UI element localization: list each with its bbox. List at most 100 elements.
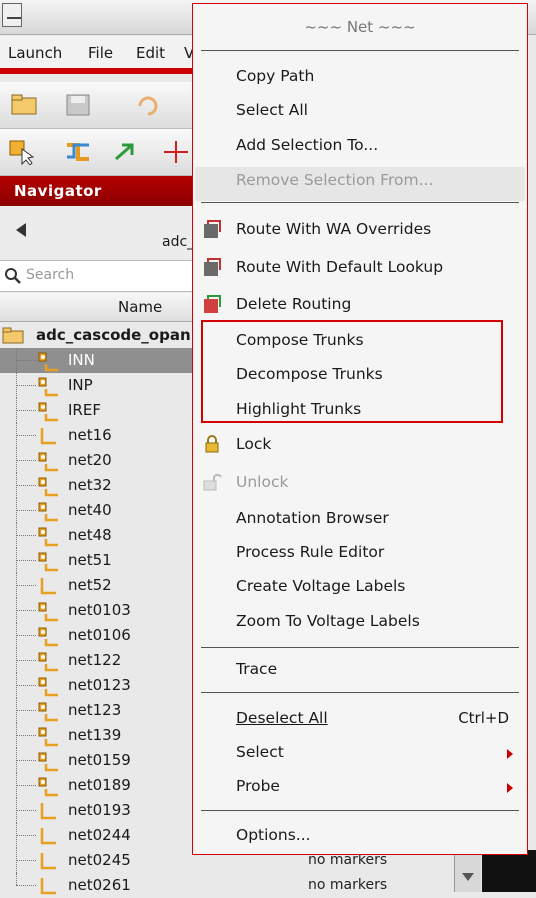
save-icon[interactable] (64, 92, 92, 118)
pin-net-icon (38, 602, 58, 622)
net-name: net40 (68, 501, 112, 519)
net-name: net0159 (68, 751, 131, 769)
crosshair-icon[interactable] (162, 139, 190, 165)
menu-item-route-default-lookup[interactable]: Route With Default Lookup (236, 258, 443, 276)
pin-net-icon (38, 777, 58, 797)
tree-row[interactable]: net0123 (0, 673, 200, 698)
route-tool-icon[interactable] (64, 139, 92, 165)
tree-guide-line (16, 685, 36, 686)
column-header[interactable]: Name (0, 293, 200, 322)
tree-row[interactable]: net0106 (0, 623, 200, 648)
pin-net-icon (38, 377, 58, 397)
menu-item-copy-path[interactable]: Copy Path (236, 67, 314, 85)
separator (201, 810, 519, 811)
tree-row[interactable]: INN (0, 348, 200, 373)
tree-row[interactable]: net51 (0, 548, 200, 573)
menu-item-deselect-all[interactable]: Deselect All (236, 709, 328, 727)
tree-row[interactable]: net0245 (0, 848, 200, 873)
tree-row[interactable]: net52 (0, 573, 200, 598)
tree-row[interactable]: net20 (0, 448, 200, 473)
tree-row[interactable]: net0159 (0, 748, 200, 773)
tree-row[interactable]: net139 (0, 723, 200, 748)
net-name: net20 (68, 451, 112, 469)
tree-guide-line (16, 635, 36, 636)
tree-row[interactable]: net16 (0, 423, 200, 448)
separator (201, 202, 519, 203)
menu-item-lock[interactable]: Lock (236, 435, 271, 453)
tree-row[interactable]: net122 (0, 648, 200, 673)
pin-net-icon (38, 702, 58, 722)
pin-net-icon (38, 477, 58, 497)
menu-item-annotation-browser[interactable]: Annotation Browser (236, 509, 389, 527)
menu-item-unlock: Unlock (236, 473, 289, 491)
net-name: net16 (68, 426, 112, 444)
separator (201, 50, 519, 51)
menu-file[interactable]: File (88, 44, 113, 62)
net-name: IREF (68, 401, 101, 419)
move-tool-icon[interactable] (110, 139, 138, 165)
window-menu-button[interactable] (2, 3, 22, 27)
scrollbar[interactable] (454, 850, 481, 892)
tree-row[interactable]: net48 (0, 523, 200, 548)
undo-icon[interactable] (134, 92, 162, 118)
tree-guide-line (16, 385, 36, 386)
menu-item-select-all[interactable]: Select All (236, 101, 308, 119)
search-row[interactable]: Search (0, 260, 200, 292)
tree-guide-line (16, 485, 36, 486)
net-name: net51 (68, 551, 112, 569)
menu-item-highlight-trunks[interactable]: Highlight Trunks (236, 400, 361, 418)
menu-header: ~~~ Net ~~~ (304, 18, 416, 36)
pin-net-icon (38, 452, 58, 472)
menu-item-zoom-voltage-labels[interactable]: Zoom To Voltage Labels (236, 612, 420, 630)
tree-row[interactable]: net0193 (0, 798, 200, 823)
net-name: INN (68, 351, 95, 369)
tree-row[interactable]: net32 (0, 473, 200, 498)
menu-item-select[interactable]: Select (236, 743, 284, 761)
net-name: net122 (68, 651, 122, 669)
folder-open-icon (2, 327, 24, 344)
open-folder-icon[interactable] (10, 92, 38, 118)
tree-row[interactable]: net0261 (0, 873, 200, 898)
tree-guide-line (16, 610, 36, 611)
pin-net-icon (38, 627, 58, 647)
menu-item-trace[interactable]: Trace (236, 660, 277, 678)
net-name: net0245 (68, 851, 131, 869)
net-name: net0123 (68, 676, 131, 694)
separator (201, 647, 519, 648)
menu-launch[interactable]: Launch (8, 44, 62, 62)
unlock-icon (203, 473, 222, 491)
search-icon (5, 268, 21, 284)
tree-row[interactable]: net0189 (0, 773, 200, 798)
tree-row[interactable]: net123 (0, 698, 200, 723)
select-pointer-icon[interactable] (8, 139, 36, 165)
wire-net-icon (40, 878, 56, 895)
menu-edit[interactable]: Edit (136, 44, 165, 62)
tree-root[interactable]: adc_cascode_opan (0, 323, 200, 348)
menu-item-compose-trunks[interactable]: Compose Trunks (236, 331, 364, 349)
menu-item-probe[interactable]: Probe (236, 777, 280, 795)
tree-guide-line (16, 660, 36, 661)
tree-guide-line (16, 810, 36, 811)
tree-row[interactable]: INP (0, 373, 200, 398)
tree-row[interactable]: net40 (0, 498, 200, 523)
tree-row[interactable]: net0244 (0, 823, 200, 848)
tree-guide-line (16, 735, 36, 736)
menu-item-process-rule-editor[interactable]: Process Rule Editor (236, 543, 384, 561)
menu-item-create-voltage-labels[interactable]: Create Voltage Labels (236, 577, 405, 595)
tree-guide-line (16, 360, 36, 361)
pin-net-icon (38, 652, 58, 672)
column-name: Name (118, 298, 163, 316)
menu-item-add-selection-to[interactable]: Add Selection To... (236, 136, 378, 154)
menu-item-delete-routing[interactable]: Delete Routing (236, 295, 351, 313)
menu-item-route-wa-overrides[interactable]: Route With WA Overrides (236, 220, 431, 238)
menu-item-decompose-trunks[interactable]: Decompose Trunks (236, 365, 383, 383)
tree-row[interactable]: net0103 (0, 598, 200, 623)
route-wa-icon (204, 220, 221, 238)
search-input[interactable]: Search (26, 267, 74, 283)
back-arrow-icon[interactable] (14, 222, 28, 238)
submenu-arrow-icon (507, 749, 513, 759)
tree-row[interactable]: IREF (0, 398, 200, 423)
scroll-down-icon[interactable] (461, 872, 475, 882)
net-name: net123 (68, 701, 122, 719)
menu-item-options[interactable]: Options... (236, 826, 311, 844)
